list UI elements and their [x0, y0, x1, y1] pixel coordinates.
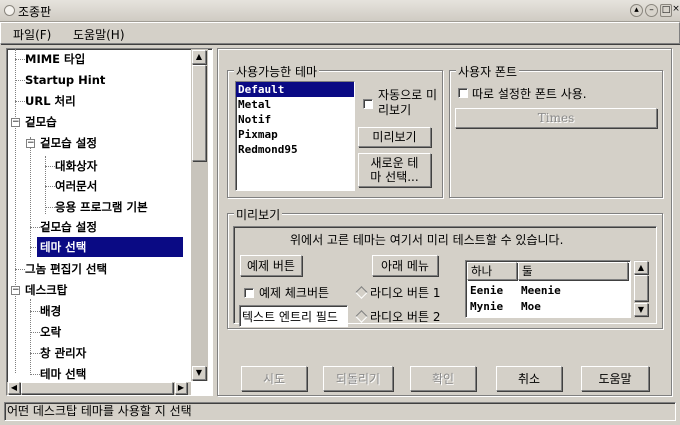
maximize-icon[interactable]: □ [660, 4, 672, 17]
tree-item-theme-selector[interactable]: 테마 선택 [37, 237, 183, 257]
scroll-down-icon[interactable]: ▼ [192, 366, 206, 380]
menu-button[interactable]: 아래 메뉴 [372, 255, 438, 276]
scroll-up-icon[interactable]: ▲ [192, 50, 206, 64]
preview-description: 위에서 고른 테마는 여기서 미리 테스트할 수 있습니다. [290, 233, 564, 247]
collapse-icon[interactable]: − [11, 286, 20, 295]
clist-row[interactable]: Mynie [470, 300, 503, 313]
clist-scroll-thumb[interactable] [634, 275, 648, 301]
example-button[interactable]: 예제 버튼 [240, 255, 302, 276]
clist-header-1[interactable]: 하나 [467, 262, 517, 280]
ok-button[interactable]: 확인 [410, 366, 476, 391]
clist-header-2[interactable]: 둘 [518, 262, 628, 280]
clist-scroll-up-icon[interactable]: ▲ [634, 261, 648, 274]
radio-2-label: 라디오 버튼 2 [370, 310, 441, 324]
tree-item-theme-selector-2[interactable]: 테마 선택 [40, 364, 86, 384]
tree-item-appearance[interactable]: 겉모습 [25, 112, 57, 132]
tree-item-mdi[interactable]: 여러문서 [55, 176, 97, 196]
tree-item-mime[interactable]: MIME 타입 [25, 49, 85, 69]
use-custom-font-checkbox[interactable] [458, 88, 468, 98]
new-theme-button[interactable]: 새로운 테마 선택... [358, 153, 431, 187]
clist-row[interactable]: Eenie [470, 284, 503, 297]
shade-icon[interactable]: ▴ [630, 4, 643, 17]
tree-hscrollbar[interactable]: ◀ ▶ [7, 382, 191, 395]
example-checkbox[interactable] [244, 288, 254, 298]
tree-item-app-defaults[interactable]: 응용 프로그램 기본 [55, 197, 148, 217]
title-bar: 조종판 ▴ – □ × [0, 0, 680, 22]
themes-group-title: 사용가능한 테마 [234, 63, 320, 80]
tree-item-screensaver[interactable]: 오락 [40, 322, 61, 342]
auto-preview-label: 자동으로 미리보기 [378, 88, 438, 117]
tree-item-appearance-settings-2[interactable]: 겉모습 설정 [40, 217, 97, 237]
use-custom-font-label: 따로 설정한 폰트 사용. [472, 87, 587, 101]
tree-item-background[interactable]: 배경 [40, 301, 61, 321]
example-checkbox-label: 예제 체크버튼 [259, 286, 330, 300]
tree-panel: MIME 타입 Startup Hint URL 처리 − 겉모습 − 겉모습 … [6, 48, 213, 396]
scroll-left-icon[interactable]: ◀ [8, 382, 20, 394]
scroll-right-icon[interactable]: ▶ [175, 382, 187, 394]
try-button[interactable]: 시도 [241, 366, 307, 391]
tree-item-startup-hint[interactable]: Startup Hint [25, 70, 105, 90]
font-picker-button[interactable]: Times [455, 108, 657, 128]
hscroll-thumb[interactable] [21, 382, 173, 394]
font-group-title: 사용자 폰트 [456, 63, 520, 80]
tree-item-window-manager[interactable]: 창 관리자 [40, 343, 86, 363]
window-menu-icon[interactable] [4, 5, 15, 16]
menu-file[interactable]: 파일(F) [13, 26, 51, 43]
close-icon[interactable]: × [672, 4, 680, 17]
radio-1-label: 라디오 버튼 1 [370, 286, 441, 300]
preview-button[interactable]: 미리보기 [358, 127, 431, 147]
status-bar: 어떤 데스크탑 테마를 사용할 지 선택 [4, 402, 676, 421]
clist-row[interactable]: Meenie [521, 284, 561, 297]
tree-item-dialogs[interactable]: 대화상자 [55, 156, 97, 176]
minimize-icon[interactable]: – [645, 4, 658, 17]
menu-bar: 파일(F) 도움말(H) [0, 22, 680, 44]
theme-list-item[interactable]: Metal [236, 97, 354, 112]
clist-scroll-down-icon[interactable]: ▼ [634, 303, 648, 316]
menu-help[interactable]: 도움말(H) [73, 26, 125, 43]
theme-list-item[interactable]: Notif [236, 112, 354, 127]
cancel-button[interactable]: 취소 [496, 366, 562, 391]
clist-row[interactable]: Moe [521, 300, 541, 313]
revert-button[interactable]: 되돌리기 [323, 366, 393, 391]
theme-list-item[interactable]: Redmond95 [236, 142, 354, 157]
theme-list-item[interactable]: Pixmap [236, 127, 354, 142]
tree-item-url[interactable]: URL 처리 [25, 91, 76, 111]
help-button[interactable]: 도움말 [581, 366, 649, 391]
preview-clist[interactable]: 하나 둘 Eenie Meenie Mynie Moe [465, 260, 631, 318]
theme-list[interactable]: Default Metal Notif Pixmap Redmond95 [235, 81, 355, 191]
tree-item-editor[interactable]: 그놈 편집기 선택 [25, 259, 107, 279]
collapse-icon[interactable]: − [26, 139, 35, 148]
preview-group-title: 미리보기 [234, 206, 283, 223]
window-title: 조종판 [18, 5, 52, 19]
auto-preview-checkbox[interactable] [363, 99, 373, 109]
scroll-thumb[interactable] [192, 65, 206, 161]
text-entry-field[interactable]: 텍스트 엔트리 필드 [239, 305, 348, 327]
status-text: 어떤 데스크탑 테마를 사용할 지 선택 [7, 404, 192, 418]
theme-list-item[interactable]: Default [236, 82, 354, 97]
tree-item-appearance-settings[interactable]: 겉모습 설정 [40, 133, 97, 153]
tree-vscrollbar[interactable]: ▲ ▼ [191, 49, 208, 381]
clist-vscrollbar[interactable]: ▲ ▼ [634, 260, 649, 318]
tree-item-desktop[interactable]: 데스크탑 [25, 280, 67, 300]
collapse-icon[interactable]: − [11, 118, 20, 127]
